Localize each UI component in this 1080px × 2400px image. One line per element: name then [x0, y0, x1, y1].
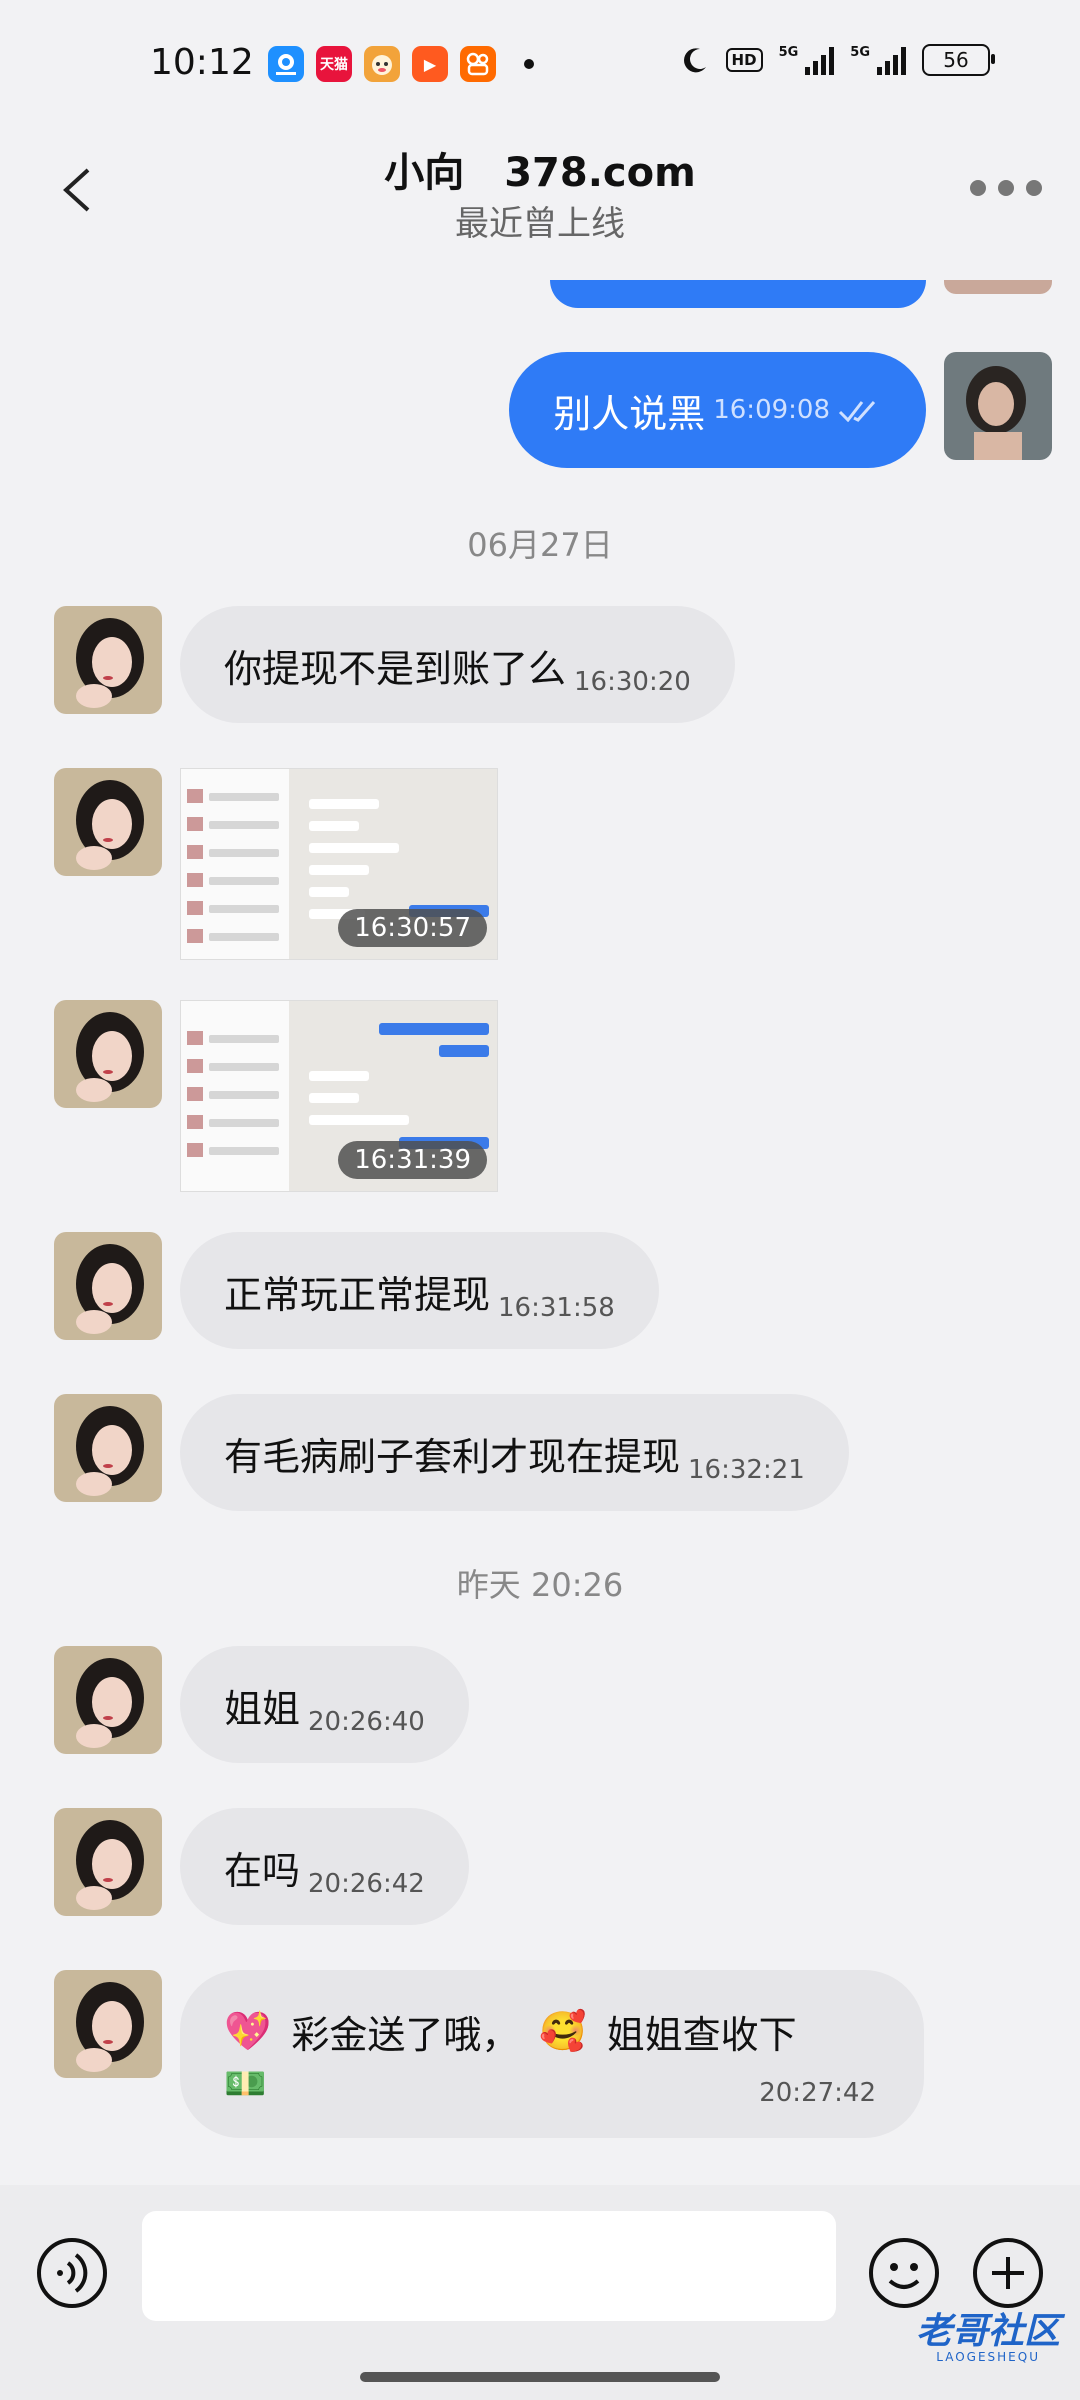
- smiling-hearts-emoji-icon: 🥰: [539, 2009, 587, 2053]
- date-separator: 昨天 20:26: [456, 1566, 624, 1604]
- hd-voice-badge: HD: [725, 48, 763, 72]
- message-text: 有毛病刷子套利才现在提现: [224, 1435, 681, 1479]
- voice-input-icon[interactable]: [34, 2235, 110, 2311]
- message-time: 20:26:40: [308, 1707, 425, 1737]
- contact-avatar[interactable]: [54, 1808, 162, 1916]
- image-time: 16:31:39: [338, 1141, 487, 1179]
- network-type-1: 5G: [778, 45, 799, 60]
- contact-avatar[interactable]: [54, 1646, 162, 1754]
- partial-outgoing-bubble: [550, 280, 926, 308]
- date-separator: 06月27日: [467, 526, 613, 564]
- contact-avatar[interactable]: [54, 1970, 162, 2078]
- message-text: 别人说黑: [553, 391, 706, 436]
- cartoon-app-icon: [364, 46, 400, 82]
- screenshot-sidebar: [181, 769, 290, 959]
- status-time: 10:12: [150, 42, 254, 83]
- qq-browser-icon: [268, 46, 304, 82]
- outgoing-message-bubble[interactable]: 别人说黑 16:09:08: [509, 352, 926, 468]
- contact-avatar[interactable]: [54, 768, 162, 876]
- message-input[interactable]: [142, 2211, 836, 2321]
- signal-5g-1-icon: 5G: [779, 45, 835, 75]
- message-time: 16:31:58: [498, 1293, 615, 1323]
- emoji-picker-icon[interactable]: [866, 2235, 942, 2311]
- contact-avatar[interactable]: [54, 1232, 162, 1340]
- message-time: 20:26:42: [308, 1869, 425, 1899]
- emoji-message-line: 💖 彩金送了哦， 🥰 姐姐查收下: [224, 2004, 797, 2059]
- contact-avatar[interactable]: [54, 1000, 162, 1108]
- message-text: 正常玩正常提现: [224, 1273, 491, 1317]
- more-options-icon[interactable]: [970, 180, 1042, 196]
- do-not-disturb-moon-icon: [683, 48, 706, 73]
- status-bar: 10:12 天猫 ▶ HD 5G 5G 56: [0, 0, 1080, 130]
- watermark-subtext: LAOGESHEQU: [936, 2350, 1040, 2364]
- self-avatar-partial: [944, 280, 1052, 294]
- self-avatar[interactable]: [944, 352, 1052, 460]
- image-message[interactable]: 16:30:57: [180, 768, 498, 960]
- message-time: 16:09:08: [713, 395, 830, 425]
- watermark-logo: 老哥社区: [915, 2311, 1060, 2352]
- double-check-icon: [838, 401, 876, 422]
- message-text: 你提现不是到账了么: [224, 647, 567, 691]
- status-indicators: HD 5G 5G 56: [680, 44, 995, 76]
- more-notifications-dot: [524, 59, 534, 69]
- contact-avatar[interactable]: [54, 1394, 162, 1502]
- incoming-message-bubble[interactable]: 在吗 20:26:42: [180, 1808, 469, 1925]
- incoming-message-bubble[interactable]: 姐姐 20:26:40: [180, 1646, 469, 1763]
- message-list[interactable]: 别人说黑 16:09:08 06月27日 你提现不是到账了么 16:30:20: [0, 280, 1080, 2180]
- screenshot-sidebar: [181, 1001, 290, 1191]
- battery-icon: 56: [922, 44, 995, 76]
- video-app-icon: ▶: [412, 46, 448, 82]
- incoming-message-bubble[interactable]: 有毛病刷子套利才现在提现 16:32:21: [180, 1394, 849, 1511]
- chat-header: 小向 378.com 最近曾上线: [0, 130, 1080, 280]
- message-time: 16:30:20: [574, 667, 691, 697]
- signal-5g-2-icon: 5G: [850, 45, 906, 75]
- home-indicator[interactable]: [360, 2372, 720, 2382]
- contact-name: 小向 378.com: [384, 150, 696, 196]
- dollar-banknote-emoji-icon: 💵: [224, 2064, 267, 2104]
- message-composer: [0, 2185, 1080, 2400]
- message-time: 20:27:42: [759, 2078, 876, 2108]
- tmall-icon: 天猫: [316, 46, 352, 82]
- contact-avatar[interactable]: [54, 606, 162, 714]
- online-status: 最近曾上线: [455, 204, 625, 244]
- message-text: 彩金送了哦，: [291, 2013, 520, 2057]
- image-message[interactable]: 16:31:39: [180, 1000, 498, 1192]
- incoming-message-bubble[interactable]: 你提现不是到账了么 16:30:20: [180, 606, 735, 723]
- message-text: 姐姐查收下: [606, 2013, 797, 2057]
- add-attachment-icon[interactable]: [970, 2235, 1046, 2311]
- sparkling-heart-emoji-icon: 💖: [224, 2009, 272, 2053]
- network-type-2: 5G: [850, 45, 870, 60]
- kuaishou-icon: [460, 46, 496, 82]
- message-text: 在吗: [224, 1849, 301, 1893]
- notification-icons: 天猫 ▶: [268, 46, 534, 82]
- message-text: 姐姐: [224, 1687, 301, 1731]
- incoming-message-bubble[interactable]: 正常玩正常提现 16:31:58: [180, 1232, 659, 1349]
- image-time: 16:30:57: [338, 909, 487, 947]
- message-time: 16:32:21: [688, 1455, 805, 1485]
- incoming-message-bubble[interactable]: 💖 彩金送了哦， 🥰 姐姐查收下 💵 20:27:42: [180, 1970, 924, 2138]
- battery-level: 56: [943, 48, 969, 72]
